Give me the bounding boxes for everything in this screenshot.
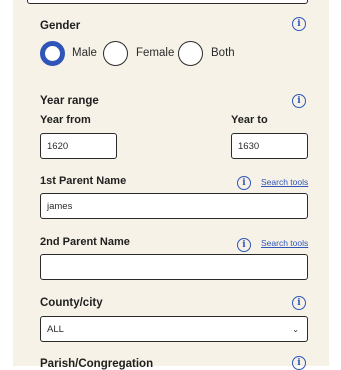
chevron-down-icon: ⌄ [292,325,299,334]
parent1-label: 1st Parent Name [40,175,127,187]
gender-both-label[interactable]: Both [211,47,235,59]
previous-field-input[interactable] [27,0,308,4]
county-label: County/city [40,297,103,309]
gender-label: Gender [40,20,81,32]
year-to-input[interactable]: 1630 [231,133,308,159]
year-from-input[interactable]: 1620 [40,133,117,159]
year-range-label: Year range [40,95,99,107]
gender-both-radio[interactable] [178,41,203,66]
gender-male-radio[interactable] [40,41,65,66]
parent2-label: 2nd Parent Name [40,236,130,248]
parent1-search-tools-link[interactable]: Search tools [261,177,308,187]
year-from-label: Year from [40,114,91,126]
county-select[interactable]: ALL ⌄ [40,316,308,342]
county-selected-value: ALL [47,323,64,335]
gender-male-label[interactable]: Male [72,47,97,59]
gender-female-label[interactable]: Female [136,47,174,59]
gender-info-icon[interactable]: i [292,17,306,31]
parent1-name-input[interactable]: james [40,193,308,219]
parent2-info-icon[interactable]: i [237,238,251,252]
parent1-info-icon[interactable]: i [237,176,251,190]
gender-female-radio[interactable] [103,41,128,66]
year-to-label: Year to [231,114,268,126]
county-info-icon[interactable]: i [292,296,306,310]
parent2-search-tools-link[interactable]: Search tools [261,238,308,248]
year-range-info-icon[interactable]: i [292,94,306,108]
parish-info-icon[interactable]: i [292,356,306,370]
parent2-name-input[interactable] [40,254,308,280]
parish-label: Parish/Congregation [40,358,154,370]
